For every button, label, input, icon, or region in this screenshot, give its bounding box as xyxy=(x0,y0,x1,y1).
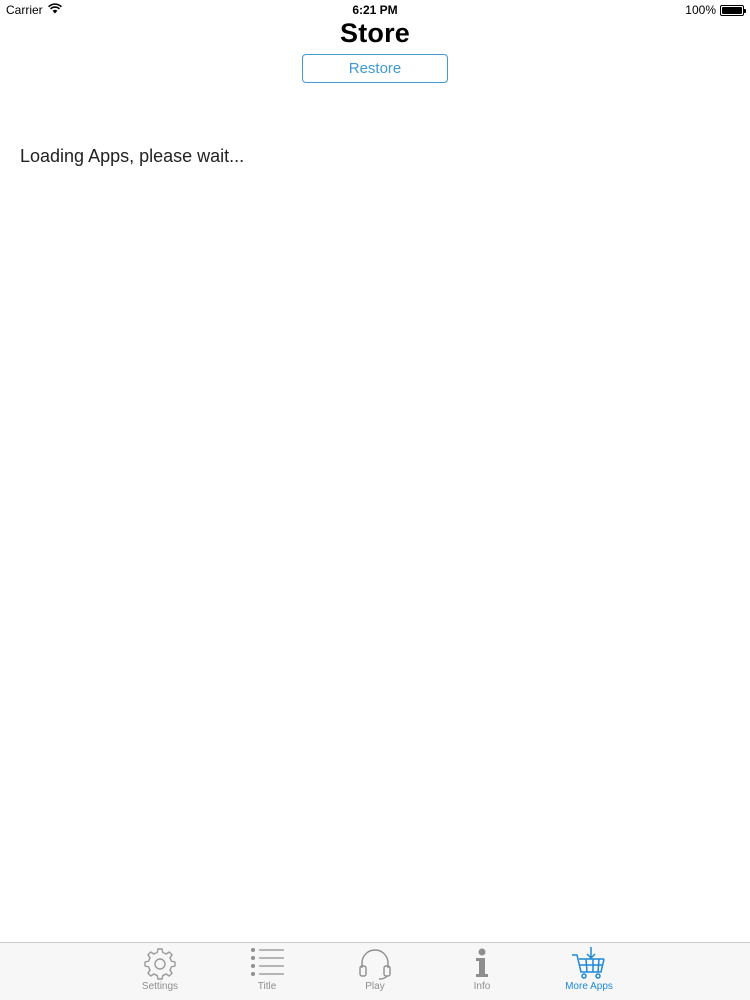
tab-title[interactable]: Title xyxy=(222,943,312,1000)
tab-label: Info xyxy=(473,981,491,992)
battery-icon xyxy=(720,4,746,16)
tab-more-apps[interactable]: More Apps xyxy=(544,943,634,1000)
tab-label: Title xyxy=(257,981,277,992)
battery-percent: 100% xyxy=(685,3,716,17)
loading-message: Loading Apps, please wait... xyxy=(20,146,245,166)
tab-label: Settings xyxy=(141,981,179,992)
status-right: 100% xyxy=(685,3,746,17)
list-icon xyxy=(222,946,312,980)
tab-bar: Settings Title Play Info More Apps xyxy=(0,942,750,1000)
battery-fill xyxy=(722,6,742,14)
status-time: 6:21 PM xyxy=(352,3,398,17)
status-bar: Carrier 6:21 PM 100% xyxy=(0,0,750,20)
tab-label: Play xyxy=(365,981,385,992)
tab-play[interactable]: Play xyxy=(330,943,420,1000)
info-icon xyxy=(437,946,527,980)
tab-info[interactable]: Info xyxy=(437,943,527,1000)
cart-download-icon xyxy=(544,946,634,980)
tab-settings[interactable]: Settings xyxy=(115,943,205,1000)
restore-button[interactable]: Restore xyxy=(302,54,448,83)
page-title: Store xyxy=(339,18,411,48)
headphones-icon xyxy=(330,946,420,980)
tab-label: More Apps xyxy=(565,981,613,992)
gear-icon xyxy=(115,946,205,980)
